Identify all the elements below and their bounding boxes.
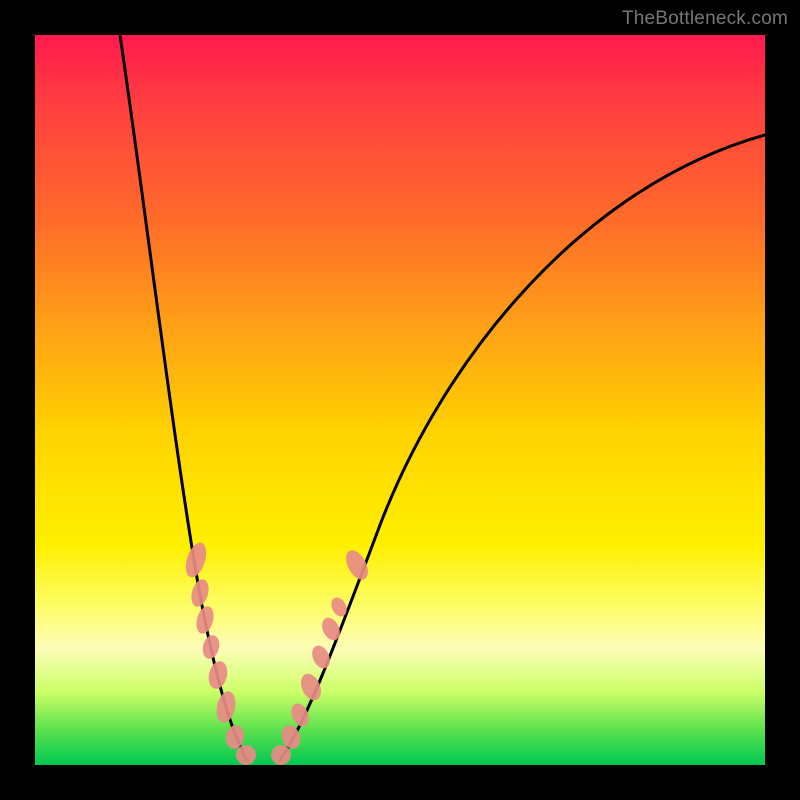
data-marker <box>206 659 230 690</box>
curve-left <box>120 35 247 760</box>
watermark-text: TheBottleneck.com <box>622 8 788 30</box>
data-marker <box>200 633 221 660</box>
markers-left-group <box>182 540 257 765</box>
chart-svg <box>35 35 765 765</box>
curve-right <box>280 135 765 760</box>
data-marker <box>214 689 238 724</box>
data-marker <box>188 577 211 608</box>
data-marker <box>182 540 210 580</box>
chart-canvas <box>35 35 765 765</box>
data-marker <box>342 547 373 584</box>
data-marker <box>194 604 217 635</box>
markers-right-group <box>269 547 372 765</box>
